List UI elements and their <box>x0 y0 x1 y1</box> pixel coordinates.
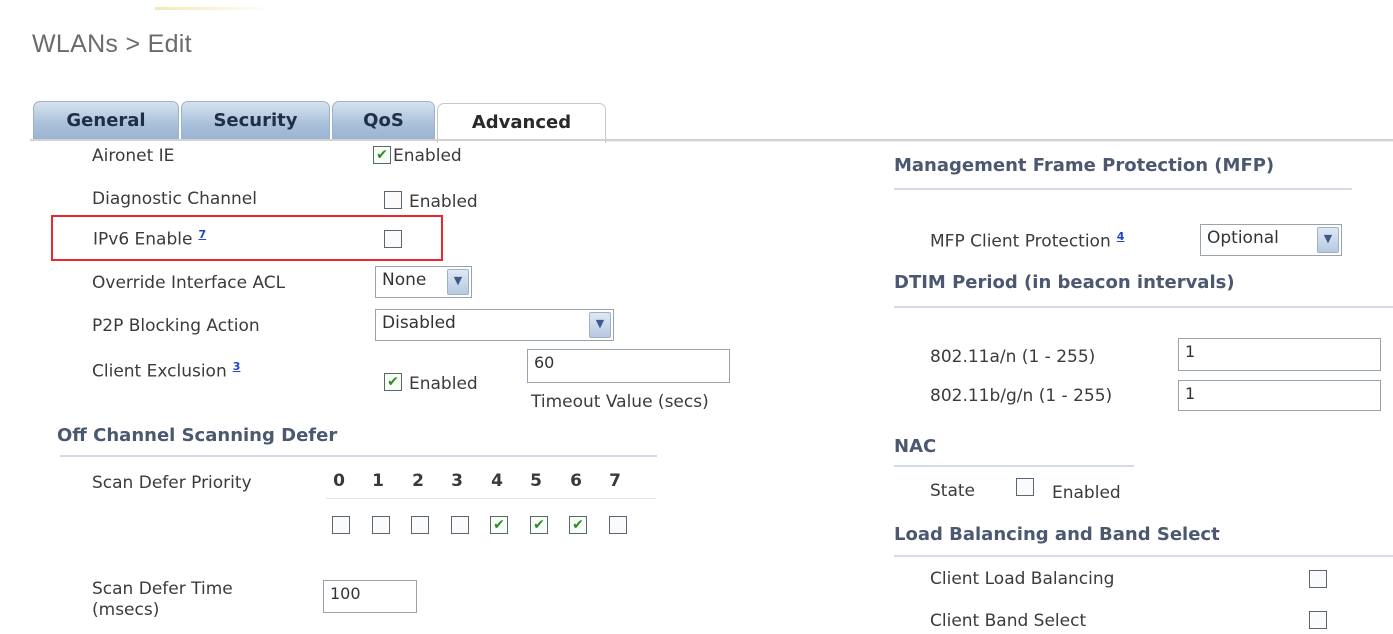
priority-2-checkbox[interactable] <box>411 516 429 534</box>
aironet-ie-checkbox[interactable]: ✔ <box>373 146 391 164</box>
override-acl-select[interactable]: None ▼ <box>375 266 472 298</box>
priority-6-checkbox[interactable]: ✔ <box>569 516 587 534</box>
chevron-down-icon: ▼ <box>589 312 611 338</box>
mfp-rule <box>894 188 1352 190</box>
override-acl-label: Override Interface ACL <box>92 273 286 293</box>
ipv6-footnote-link[interactable]: 7 <box>198 228 206 241</box>
scan-defer-priority-label: Scan Defer Priority <box>92 473 252 493</box>
off-channel-rule <box>60 455 657 457</box>
tab-advanced[interactable]: Advanced <box>437 103 606 143</box>
timeout-caption: Timeout Value (secs) <box>531 392 709 412</box>
priority-header-5: 5 <box>530 471 542 491</box>
diagnostic-channel-option: Enabled <box>409 192 478 212</box>
chevron-down-icon: ▼ <box>447 269 469 295</box>
priority-header-2: 2 <box>412 471 424 491</box>
scan-defer-time-label-line2: (msecs) <box>92 600 160 620</box>
dtim-a-label: 802.11a/n (1 - 255) <box>930 347 1096 367</box>
check-icon: ✔ <box>533 517 545 533</box>
p2p-blocking-label: P2P Blocking Action <box>92 316 260 336</box>
priority-header-0: 0 <box>333 471 345 491</box>
tab-general[interactable]: General <box>33 101 179 139</box>
priority-1-checkbox[interactable] <box>372 516 390 534</box>
client-exclusion-option: Enabled <box>409 374 478 394</box>
client-exclusion-checkbox[interactable]: ✔ <box>384 373 402 391</box>
check-icon: ✔ <box>376 147 388 163</box>
priority-0-checkbox[interactable] <box>332 516 350 534</box>
mfp-client-protection-label: MFP Client Protection 4 <box>930 230 1125 252</box>
load-balancing-rule <box>894 555 1393 557</box>
nac-state-checkbox[interactable] <box>1016 478 1034 496</box>
mfp-section-title: Management Frame Protection (MFP) <box>894 155 1275 176</box>
client-band-select-label: Client Band Select <box>930 611 1087 631</box>
diagnostic-channel-checkbox[interactable] <box>384 191 402 209</box>
client-exclusion-timeout-input[interactable]: 60 <box>527 349 730 383</box>
priority-4-checkbox[interactable]: ✔ <box>490 516 508 534</box>
dtim-section-title: DTIM Period (in beacon intervals) <box>894 272 1235 293</box>
tab-security[interactable]: Security <box>181 101 330 139</box>
mfp-footnote-link[interactable]: 4 <box>1117 230 1125 243</box>
aironet-ie-label: Aironet IE <box>92 146 175 166</box>
dtim-bg-label: 802.11b/g/n (1 - 255) <box>930 386 1113 406</box>
client-exclusion-footnote-link[interactable]: 3 <box>233 360 241 373</box>
dtim-bg-input[interactable]: 1 <box>1178 380 1381 411</box>
client-exclusion-label: Client Exclusion 3 <box>92 360 241 382</box>
dtim-rule <box>894 306 1393 308</box>
scan-defer-time-input[interactable]: 100 <box>323 580 417 613</box>
priority-header-3: 3 <box>451 471 463 491</box>
page-title: WLANs > Edit <box>32 30 192 58</box>
client-band-select-checkbox[interactable] <box>1309 611 1327 629</box>
diagnostic-channel-label: Diagnostic Channel <box>92 189 257 209</box>
off-channel-section-title: Off Channel Scanning Defer <box>57 425 338 446</box>
priority-header-6: 6 <box>570 471 582 491</box>
dtim-a-input[interactable]: 1 <box>1178 338 1381 371</box>
nac-rule <box>894 465 1134 467</box>
check-icon: ✔ <box>493 517 505 533</box>
check-icon: ✔ <box>572 517 584 533</box>
scan-defer-time-label-line1: Scan Defer Time <box>92 579 233 599</box>
priority-header-1: 1 <box>372 471 384 491</box>
priority-5-checkbox[interactable]: ✔ <box>530 516 548 534</box>
chevron-down-icon: ▼ <box>1317 227 1339 253</box>
load-balancing-section-title: Load Balancing and Band Select <box>894 524 1220 545</box>
title-accent <box>155 7 275 10</box>
ipv6-enable-label: IPv6 Enable 7 <box>93 228 207 250</box>
priority-7-checkbox[interactable] <box>609 516 627 534</box>
client-load-balancing-label: Client Load Balancing <box>930 569 1115 589</box>
client-load-balancing-checkbox[interactable] <box>1309 570 1327 588</box>
p2p-blocking-select[interactable]: Disabled ▼ <box>375 309 614 341</box>
check-icon: ✔ <box>387 374 399 390</box>
tab-qos[interactable]: QoS <box>332 101 435 139</box>
nac-state-option: Enabled <box>1052 483 1121 503</box>
ipv6-enable-checkbox[interactable] <box>384 230 402 248</box>
nac-state-label: State <box>930 481 975 501</box>
priority-3-checkbox[interactable] <box>451 516 469 534</box>
priority-rule <box>326 498 656 499</box>
nac-section-title: NAC <box>894 436 937 457</box>
mfp-client-protection-select[interactable]: Optional ▼ <box>1200 224 1342 256</box>
tab-divider-shadow <box>606 141 1393 142</box>
priority-header-4: 4 <box>491 471 503 491</box>
priority-header-7: 7 <box>609 471 621 491</box>
aironet-ie-option: Enabled <box>393 146 462 166</box>
